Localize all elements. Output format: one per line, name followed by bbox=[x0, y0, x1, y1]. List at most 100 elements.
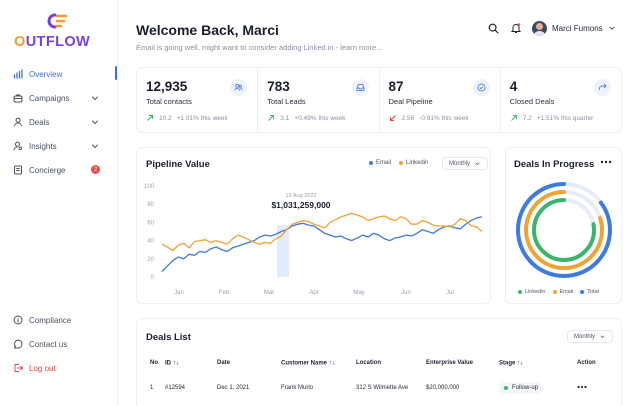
page-title: Welcome Back, Marci bbox=[136, 22, 279, 38]
table-row[interactable]: 1 #12594 Dec 1, 2021 Frank Murlo 312 S W… bbox=[137, 373, 623, 403]
stage-label: Follow-up bbox=[512, 385, 539, 391]
pipeline-value-card: Pipeline Value Email Linkedin Monthly 0 2… bbox=[136, 147, 491, 304]
arrow-down-left-icon bbox=[389, 115, 396, 121]
info-circle-icon bbox=[12, 315, 23, 326]
cell-stage: Follow-up bbox=[499, 373, 577, 403]
arrow-up-right-icon bbox=[268, 115, 275, 121]
chart-legend: Email Linkedin bbox=[369, 160, 436, 166]
stat-delta-number: 2.56 bbox=[401, 114, 415, 122]
chevron-down-icon[interactable] bbox=[90, 93, 100, 103]
stat-label: Closed Deals bbox=[509, 97, 555, 106]
logo-mark-icon bbox=[47, 13, 68, 29]
inbox-icon bbox=[351, 79, 369, 96]
stat-total-contacts: 12,935 Total contacts 10.2 +1.01% this w… bbox=[137, 68, 259, 132]
more-options-icon[interactable] bbox=[577, 385, 587, 389]
progress-rings bbox=[516, 182, 612, 278]
stat-delta-number: 10.2 bbox=[159, 114, 172, 122]
stat-delta: 10.2 +1.01% this week bbox=[146, 114, 257, 122]
sidebar-item-log-out[interactable]: Log out bbox=[0, 356, 118, 380]
bell-icon[interactable] bbox=[509, 21, 523, 35]
user-icon bbox=[12, 117, 23, 128]
legend-dot-email bbox=[369, 161, 373, 165]
period-dropdown-value: Monthly bbox=[449, 160, 471, 167]
avatar[interactable] bbox=[532, 20, 547, 36]
period-dropdown-value: Monthly bbox=[574, 333, 596, 340]
sort-icon[interactable] bbox=[329, 360, 335, 366]
bar-chart-icon bbox=[12, 69, 23, 80]
legend-label-linkedin: Linkedin bbox=[406, 160, 429, 166]
sidebar-item-label: Insights bbox=[29, 141, 57, 151]
rings-legend: Linkedin Email Total bbox=[518, 289, 606, 295]
sidebar-item-deals[interactable]: Deals bbox=[0, 110, 118, 134]
stat-delta-text: +1.51% this quarter bbox=[536, 114, 594, 122]
stat-deal-pipeline: 87 Deal Pipeline 2.56 -0.91% this week bbox=[380, 68, 501, 132]
sidebar-item-label: Log out bbox=[29, 363, 56, 373]
sort-icon[interactable] bbox=[517, 360, 524, 366]
legend-label-email: Email bbox=[559, 289, 574, 295]
sidebar-item-compliance[interactable]: Compliance bbox=[0, 308, 118, 332]
sidebar-item-insights[interactable]: Insights bbox=[0, 134, 118, 158]
period-dropdown[interactable]: Monthly bbox=[567, 330, 614, 343]
cell-date: Dec 1, 2021 bbox=[217, 385, 250, 391]
page-subtitle[interactable]: Email is going well, might want to consi… bbox=[136, 43, 382, 52]
column-header-label: Stage bbox=[499, 360, 516, 367]
card-title: Deals List bbox=[146, 332, 191, 343]
sidebar-item-label: Deals bbox=[29, 117, 50, 127]
stage-badge: Follow-up bbox=[499, 382, 544, 394]
stat-delta: 3.1 +0.49% this week bbox=[267, 114, 378, 122]
period-dropdown[interactable]: Monthly bbox=[442, 157, 489, 170]
y-tick-label: 60 bbox=[147, 220, 154, 226]
pipeline-line-chart[interactable]: 0 20 40 60 80 100 Jan Feb Mar Apr May Jun Jul 15 Au… bbox=[137, 176, 492, 304]
column-header-enterprise-value: Enterprise Value bbox=[426, 360, 474, 366]
check-circle-icon bbox=[472, 79, 490, 96]
card-title: Pipeline Value bbox=[146, 159, 210, 170]
app-logo[interactable]: OUTFLOW bbox=[14, 12, 104, 52]
y-tick-label: 0 bbox=[151, 275, 155, 281]
sidebar-item-overview[interactable]: Overview bbox=[0, 62, 118, 86]
x-tick-label: May bbox=[353, 290, 364, 296]
column-header-id[interactable]: ID bbox=[165, 353, 217, 373]
arrow-up-right-icon bbox=[147, 115, 153, 121]
arrow-up-right-icon bbox=[510, 115, 517, 121]
column-header-no: No bbox=[150, 360, 158, 366]
cell-no: 1 bbox=[150, 385, 154, 391]
legend-dot-total bbox=[580, 290, 585, 294]
more-options-icon[interactable] bbox=[600, 158, 612, 166]
legend-dot-linkedin bbox=[518, 290, 522, 294]
column-header-label: ID bbox=[165, 360, 171, 367]
chevron-down-icon[interactable] bbox=[90, 117, 100, 127]
chevron-down-icon[interactable] bbox=[90, 141, 100, 151]
chart-tooltip: 15 Aug 2022 $1,031,259,000 bbox=[271, 193, 330, 210]
sidebar-nav: Overview Campaigns Deals Insights Concie… bbox=[0, 62, 118, 182]
sidebar-item-campaigns[interactable]: Campaigns bbox=[0, 86, 118, 110]
stat-delta-number: 3.1 bbox=[280, 114, 290, 122]
header-actions: Marci Fumons bbox=[486, 20, 616, 36]
sidebar-item-concierge[interactable]: Concierge 2 bbox=[0, 158, 118, 182]
sort-icon[interactable] bbox=[173, 360, 179, 366]
stat-total-leads: 783 Total Leads 3.1 +0.49% this week bbox=[258, 68, 380, 132]
notification-badge: 2 bbox=[91, 165, 100, 174]
column-header-location: Location bbox=[356, 360, 381, 366]
x-tick-label: Jul bbox=[446, 290, 454, 296]
cell-location: 312 S Wilmette Ave bbox=[356, 385, 409, 391]
stat-delta-text: -0.91% this week bbox=[419, 114, 469, 122]
sidebar-item-contact-us[interactable]: Contact us bbox=[0, 332, 118, 356]
column-header-customer[interactable]: Customer Name bbox=[281, 353, 356, 373]
y-tick-label: 40 bbox=[147, 239, 154, 245]
user-name[interactable]: Marci Fumons bbox=[552, 24, 603, 33]
legend-label-total: Total bbox=[587, 289, 599, 295]
chevron-down-icon bbox=[600, 335, 605, 339]
cell-id: #12594 bbox=[165, 385, 186, 391]
column-header-date: Date bbox=[217, 360, 231, 366]
sidebar-item-label: Overview bbox=[29, 69, 63, 79]
x-tick-label: Jun bbox=[401, 290, 411, 296]
cell-value: $20,000,000 bbox=[426, 385, 460, 391]
stat-delta: 2.56 -0.91% this week bbox=[389, 114, 500, 122]
chevron-down-icon[interactable] bbox=[608, 24, 616, 32]
chat-icon bbox=[12, 339, 23, 350]
deals-in-progress-card: Deals In Progress Linkedin Email Total bbox=[505, 147, 622, 304]
column-header-stage[interactable]: Stage bbox=[499, 353, 577, 373]
sidebar-item-label: Campaigns bbox=[29, 93, 70, 103]
search-icon[interactable] bbox=[486, 21, 500, 35]
stat-delta: 7.2 +1.51% this quarter bbox=[510, 114, 621, 122]
